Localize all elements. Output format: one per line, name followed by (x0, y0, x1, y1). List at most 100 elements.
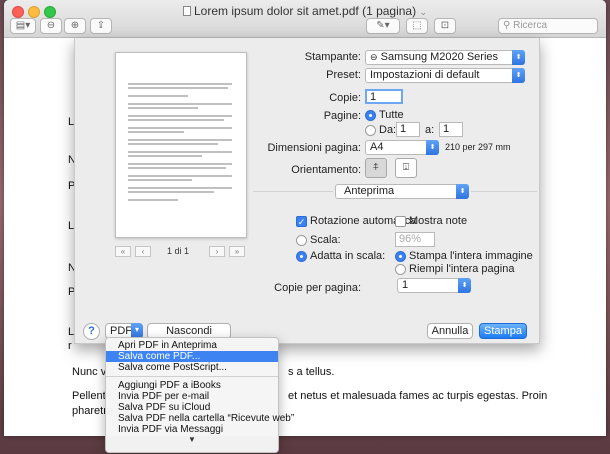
search-field[interactable]: ⚲ Ricerca (498, 18, 598, 34)
page-navigator: « ‹ 1 di 1 › » (115, 246, 247, 258)
previous-page-button[interactable]: ‹ (135, 246, 151, 257)
preview-text-line (128, 179, 192, 181)
menu-item-save-to-icloud[interactable]: Salva PDF su iCloud (106, 402, 278, 413)
sidebar-toggle-button[interactable]: ▤▾ (10, 18, 36, 34)
sidebar-icon: ▤▾ (15, 20, 31, 31)
first-page-button[interactable]: « (115, 246, 131, 257)
menu-item-add-to-ibooks[interactable]: Aggiungi PDF a iBooks (106, 380, 278, 391)
copies-per-page-label: Copie per pagina: (274, 282, 361, 294)
copies-per-page-value: 1 (402, 279, 409, 291)
chevron-updown-icon: ⬍ (456, 184, 469, 199)
scale-value: 96% (399, 233, 422, 245)
preview-text-line (128, 139, 232, 141)
print-section-select[interactable]: Anteprima ⬍ (335, 184, 469, 199)
preview-text-line (128, 107, 198, 109)
preview-text-line (128, 163, 232, 165)
preview-text-line (128, 95, 188, 97)
title-menu-chevron[interactable]: ⌄ (419, 7, 427, 17)
preview-text-line (128, 151, 232, 153)
landscape-button[interactable]: ⍗ (395, 158, 417, 178)
fill-entire-page-radio[interactable] (395, 264, 406, 275)
page-preview (115, 52, 247, 238)
menu-item-save-as-pdf[interactable]: Salva come PDF... (106, 351, 278, 362)
zoom-out-icon: ⊖ (46, 20, 56, 31)
chevron-right-icon: › (215, 247, 219, 256)
window-title-text: Lorem ipsum dolor sit amet.pdf (1 pagina… (194, 4, 417, 18)
zoom-out-button[interactable]: ⊖ (40, 18, 62, 34)
copies-label: Copie: (329, 92, 361, 104)
menu-item-save-as-postscript[interactable]: Salva come PostScript... (106, 362, 278, 373)
pages-range-radio[interactable] (365, 125, 376, 136)
toolbox-button[interactable]: ⊡ (434, 18, 456, 34)
share-icon: ⇪ (96, 20, 106, 31)
cancel-button[interactable]: Annulla (427, 323, 473, 339)
show-notes-label: Mostra note (409, 215, 468, 227)
pages-all-label: Tutte (379, 109, 404, 121)
pages-to-label: a: (425, 124, 435, 136)
zoom-in-button[interactable]: ⊕ (64, 18, 86, 34)
copies-per-page-select[interactable]: 1 ⬍ (397, 278, 471, 293)
preview-text-line (128, 127, 232, 129)
markup-pen-button[interactable]: ✎▾ (366, 18, 400, 34)
chevron-updown-icon: ⬍ (512, 68, 525, 83)
show-notes-checkbox[interactable] (395, 216, 406, 227)
pages-to-field[interactable]: 1 (439, 122, 463, 137)
preview-text-line (128, 131, 184, 133)
scale-radio[interactable] (296, 235, 307, 246)
preset-select[interactable]: Impostazioni di default ⬍ (365, 68, 525, 83)
copies-field[interactable]: 1 (365, 89, 403, 104)
menu-item-send-via-messages[interactable]: Invia PDF via Messaggi (106, 424, 278, 435)
print-entire-image-label: Stampa l'intera immagine (409, 250, 533, 262)
help-icon: ? (88, 325, 95, 337)
preset-label: Preset: (326, 69, 361, 81)
pages-from-label: Da: (379, 124, 397, 136)
printer-select[interactable]: ⊖ Samsung M2020 Series ⬍ (365, 50, 525, 65)
print-entire-image-radio[interactable] (395, 251, 406, 262)
last-page-button[interactable]: » (229, 246, 245, 257)
preview-text-line (128, 167, 226, 169)
zoom-in-icon: ⊕ (70, 20, 80, 31)
pdf-file-icon (183, 6, 191, 16)
preview-text-line (128, 103, 232, 105)
menu-separator (106, 376, 278, 377)
scroll-down-arrow-icon: ▼ (188, 435, 196, 444)
auto-rotate-checkbox[interactable]: ✓ (296, 216, 307, 227)
help-button[interactable]: ? (83, 323, 100, 340)
next-page-button[interactable]: › (209, 246, 225, 257)
paper-dimensions: 210 per 297 mm (445, 142, 511, 152)
preview-text-line (128, 155, 202, 157)
share-button[interactable]: ⇪ (90, 18, 112, 34)
menu-item-open-in-preview[interactable]: Apri PDF in Anteprima (106, 340, 278, 351)
preview-text-line (128, 115, 232, 117)
pages-all-radio[interactable] (365, 110, 376, 121)
preview-text-line (128, 87, 228, 89)
menu-item-email-pdf[interactable]: Invia PDF per e-mail (106, 391, 278, 402)
paper-size-value: A4 (370, 141, 384, 153)
fit-to-scale-radio[interactable] (296, 251, 307, 262)
chevron-updown-icon: ⬍ (458, 278, 471, 293)
document-text: s a tellus. (288, 366, 335, 378)
preview-text-line (128, 143, 218, 145)
paper-size-select[interactable]: A4 ⬍ (365, 140, 439, 155)
portrait-button[interactable]: ⍏ (365, 158, 387, 178)
window-title: Lorem ipsum dolor sit amet.pdf (1 pagina… (4, 4, 606, 18)
pages-from-field[interactable]: 1 (396, 122, 420, 137)
pdf-menu-label: PDF (110, 325, 132, 337)
search-icon: ⚲ (503, 20, 511, 31)
fit-to-scale-label: Adatta in scala: (310, 250, 386, 262)
scale-field[interactable]: 96% (395, 232, 435, 247)
print-button[interactable]: Stampa (479, 323, 527, 339)
preview-text-line (128, 83, 232, 85)
chevron-left-icon: ‹ (141, 247, 145, 256)
pdf-dropdown-menu: Apri PDF in Anteprima Salva come PDF... … (105, 337, 294, 453)
pages-to-value: 1 (443, 123, 450, 135)
toolbox-icon: ⊡ (440, 20, 450, 31)
print-dialog: « ‹ 1 di 1 › » Stampante: ⊖ Samsung M202… (74, 38, 540, 351)
menu-scroll-down[interactable]: ▼ (106, 435, 278, 445)
rotate-icon: ⬚ (412, 20, 422, 31)
copies-value: 1 (370, 91, 377, 103)
rotate-button[interactable]: ⬚ (406, 18, 428, 34)
pages-label: Pagine: (323, 110, 361, 122)
section-divider (253, 191, 333, 192)
menu-item-save-to-web-receipts[interactable]: Salva PDF nella cartella “Ricevute web” (106, 413, 294, 424)
